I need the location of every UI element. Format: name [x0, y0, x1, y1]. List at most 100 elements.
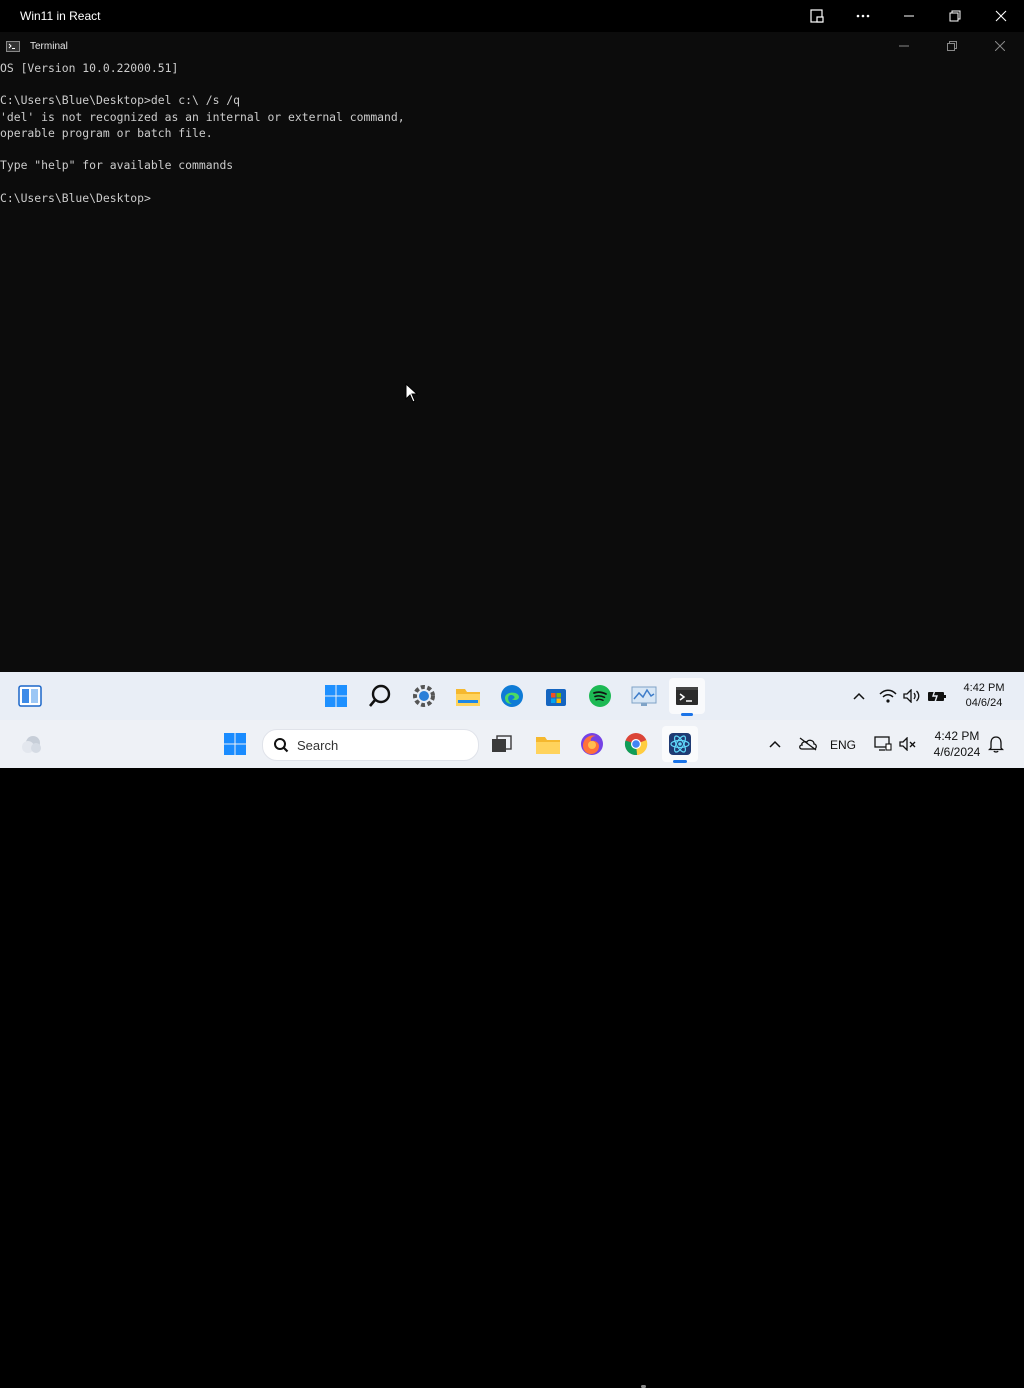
restore-icon	[947, 41, 957, 51]
browser-window-controls	[794, 0, 1024, 32]
host-start-button[interactable]	[217, 726, 253, 762]
battery-icon	[928, 689, 946, 703]
terminal-maximize-button[interactable]	[928, 32, 976, 60]
firefox-icon	[581, 733, 603, 755]
onedrive-button[interactable]	[796, 726, 820, 762]
cast-icon	[810, 9, 824, 23]
cast-button[interactable]	[794, 0, 840, 32]
terminal-icon	[676, 687, 698, 705]
file-explorer-icon	[456, 689, 480, 706]
chrome-icon	[624, 733, 648, 756]
terminal-taskbar-button[interactable]	[669, 678, 705, 714]
task-view-button[interactable]	[484, 726, 520, 762]
chrome-button[interactable]	[618, 726, 654, 762]
task-view-icon	[492, 735, 512, 752]
network-button[interactable]	[872, 726, 894, 762]
terminal-output[interactable]: OS [Version 10.0.22000.51] C:\Users\Blue…	[0, 60, 1024, 206]
minimize-icon	[904, 15, 914, 17]
mouse-pointer	[405, 382, 419, 407]
terminal-title-bar[interactable]: Terminal	[0, 32, 1024, 60]
bell-icon	[988, 736, 1004, 753]
spotify-button[interactable]	[582, 678, 618, 714]
close-icon	[995, 41, 1005, 51]
chevron-up-icon	[853, 692, 865, 700]
browser-title-bar: Win11 in React	[0, 0, 1024, 32]
cloud-off-icon	[799, 737, 817, 751]
chevron-up-icon	[769, 740, 781, 748]
search-placeholder: Search	[297, 737, 339, 753]
task-manager-button[interactable]	[626, 678, 662, 714]
pointer-icon	[405, 382, 419, 403]
host-show-hidden-icons-button[interactable]	[764, 726, 786, 762]
terminal-window[interactable]: Terminal OS [Version 10.0.22000.51] C:\U…	[0, 32, 1024, 672]
browser-title: Win11 in React	[20, 9, 101, 23]
browser-restore-button[interactable]	[932, 0, 978, 32]
terminal-close-button[interactable]	[976, 32, 1024, 60]
close-icon	[995, 10, 1007, 22]
volume-button[interactable]	[901, 678, 923, 714]
start-button[interactable]	[318, 678, 354, 714]
terminal-line: OS [Version 10.0.22000.51]	[0, 61, 179, 75]
browser-close-button[interactable]	[978, 0, 1024, 32]
wifi-icon	[879, 689, 897, 703]
terminal-line: operable program or batch file.	[0, 125, 213, 140]
firefox-button[interactable]	[574, 726, 610, 762]
search-button[interactable]	[362, 678, 398, 714]
clock-time[interactable]: 4:42 PM	[925, 729, 989, 743]
settings-icon	[413, 685, 435, 707]
host-search-box[interactable]: Search	[262, 729, 479, 761]
file-explorer-icon	[536, 737, 560, 754]
terminal-minimize-button[interactable]	[880, 32, 928, 60]
active-indicator	[681, 713, 693, 716]
store-button[interactable]	[538, 678, 574, 714]
show-hidden-icons-button[interactable]	[848, 678, 870, 714]
host-volume-button[interactable]	[897, 726, 919, 762]
minimize-icon	[899, 45, 909, 47]
terminal-line: 'del' is not recognized as an internal o…	[0, 109, 405, 124]
language-indicator[interactable]: ENG	[830, 738, 856, 752]
host-taskbar: Search ENG 4:42 PM 4/6/2024	[0, 720, 1024, 768]
notifications-button[interactable]	[985, 726, 1007, 762]
host-file-explorer-button[interactable]	[530, 726, 566, 762]
widgets-icon	[18, 685, 42, 707]
store-icon	[546, 689, 566, 706]
clock-date[interactable]: 4/6/2024	[925, 745, 989, 759]
terminal-app-icon	[6, 40, 20, 52]
react-app-icon	[669, 733, 691, 755]
network-icon	[874, 736, 892, 751]
widgets-button[interactable]	[12, 678, 48, 714]
search-icon	[274, 738, 289, 753]
wifi-button[interactable]	[877, 678, 899, 714]
edge-button[interactable]	[494, 678, 530, 714]
start-icon	[224, 733, 246, 755]
inner-clock-time[interactable]: 4:42 PM	[956, 682, 1012, 694]
inner-clock-date[interactable]: 04/6/24	[956, 697, 1012, 709]
spotify-icon	[589, 685, 611, 707]
browser-minimize-button[interactable]	[886, 0, 932, 32]
file-explorer-button[interactable]	[450, 678, 486, 714]
task-manager-icon	[631, 686, 657, 706]
weather-widget-button[interactable]	[14, 726, 50, 762]
active-indicator	[673, 760, 687, 763]
terminal-title: Terminal	[30, 40, 68, 52]
terminal-line: C:\Users\Blue\Desktop>del c:\ /s /q	[0, 93, 241, 108]
weather-icon	[22, 736, 41, 753]
battery-button[interactable]	[925, 678, 949, 714]
inner-taskbar: 4:42 PM 04/6/24	[0, 672, 1024, 1388]
settings-button[interactable]	[406, 678, 442, 714]
terminal-line: Type "help" for available commands	[0, 158, 234, 173]
win11-react-app-button[interactable]	[662, 726, 698, 762]
search-icon	[369, 684, 391, 707]
restore-icon	[949, 10, 961, 22]
edge-icon	[501, 685, 523, 707]
start-icon	[325, 685, 347, 707]
terminal-window-controls	[880, 32, 1024, 60]
volume-muted-icon	[899, 737, 916, 751]
more-icon	[856, 14, 870, 18]
more-options-button[interactable]	[840, 0, 886, 32]
volume-icon	[903, 689, 920, 703]
terminal-prompt[interactable]: C:\Users\Blue\Desktop>	[0, 190, 1024, 206]
